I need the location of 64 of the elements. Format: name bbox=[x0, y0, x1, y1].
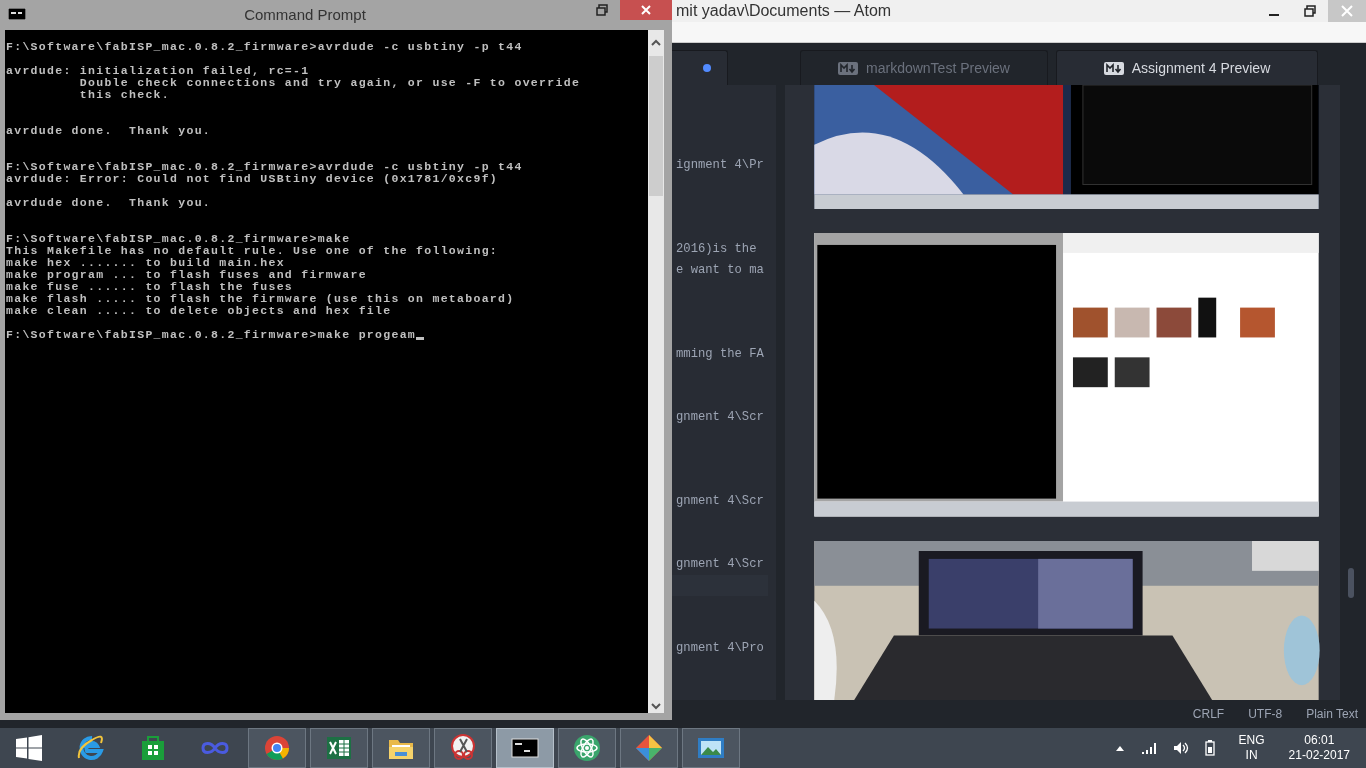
console-line: avrdude: Error: Could not find USBtiny device (0x1781/0xc9f) bbox=[5, 173, 500, 185]
scrollbar-thumb[interactable] bbox=[649, 56, 663, 196]
status-item[interactable]: Plain Text bbox=[1306, 705, 1358, 723]
console-line: make hex ....... to build main.hex bbox=[5, 257, 286, 269]
console-line: avrdude: initialization failed, rc=-1 bbox=[5, 65, 311, 77]
code-line: ignment 4\Pr bbox=[676, 157, 765, 174]
console-line: avrdude done. Thank you. bbox=[5, 125, 213, 137]
battery-icon[interactable] bbox=[1204, 740, 1215, 756]
terminal-icon bbox=[8, 8, 26, 20]
diamond-icon bbox=[635, 734, 663, 762]
console-line: This Makefile has no default rule. Use one of the following: bbox=[5, 245, 500, 257]
code-line: 2016)is the bbox=[676, 241, 758, 258]
status-item[interactable]: UTF-8 bbox=[1248, 705, 1283, 723]
spreadsheet-icon bbox=[325, 734, 353, 762]
restore-icon bbox=[1304, 5, 1316, 17]
close-button[interactable] bbox=[620, 0, 672, 20]
minimize-icon bbox=[1269, 14, 1279, 16]
code-line: gnment 4\Scr bbox=[676, 409, 765, 426]
console-line: F:\Software\fabISP_mac.0.8.2_firmware>avrdude -c usbtiny -p t44 bbox=[5, 161, 524, 173]
console-line: this check. bbox=[78, 89, 172, 101]
console-line: avrdude done. Thank you. bbox=[5, 197, 213, 209]
taskbar-button[interactable] bbox=[558, 728, 616, 768]
restore-icon bbox=[596, 4, 608, 16]
taskbar-button[interactable] bbox=[620, 728, 678, 768]
console-line: make program ... to flash fuses and firmware bbox=[5, 269, 368, 281]
console-line: make fuse ...... to flash the fuses bbox=[5, 281, 295, 293]
markdown-icon bbox=[838, 61, 859, 75]
status-item[interactable]: CRLF bbox=[1192, 705, 1225, 723]
start-icon bbox=[16, 735, 42, 761]
console-line: F:\Software\fabISP_mac.0.8.2_firmware>make bbox=[5, 233, 352, 245]
code-line: e want to ma bbox=[676, 262, 765, 279]
code-line: gnment 4\Pro bbox=[676, 640, 765, 657]
taskbar-button[interactable] bbox=[682, 728, 740, 768]
console-line: Double check connections and try again, or use -F to override bbox=[78, 77, 582, 89]
close-icon bbox=[1341, 5, 1353, 17]
console-input-line: F:\Software\fabISP_mac.0.8.2_firmware>make progeam bbox=[6, 329, 417, 341]
editor-tab[interactable] bbox=[672, 50, 728, 85]
taskbar-button[interactable] bbox=[310, 728, 368, 768]
shopping-bag-icon bbox=[139, 734, 167, 762]
code-line: mming the FA bbox=[676, 346, 765, 363]
scrollbar-thumb[interactable] bbox=[1348, 568, 1354, 598]
caret-up-icon[interactable] bbox=[1114, 744, 1125, 752]
tab[interactable]: Assignment 4 Preview bbox=[1056, 50, 1318, 85]
markdown-icon bbox=[1103, 61, 1124, 75]
signal-icon[interactable] bbox=[1140, 741, 1157, 755]
close-icon bbox=[641, 5, 651, 15]
console-line: make clean ..... to delete objects and hex file bbox=[5, 305, 393, 317]
scissors-icon bbox=[449, 734, 477, 762]
console-line: make flash ..... to flash the firmware (use this on metaboard) bbox=[5, 293, 516, 305]
window-title: Command Prompt bbox=[243, 5, 367, 25]
taskbar-button[interactable] bbox=[496, 728, 554, 768]
code-line: gnment 4\Scr bbox=[676, 556, 765, 573]
language-indicator[interactable]: ENG IN bbox=[1238, 733, 1265, 763]
color-wheel-icon bbox=[263, 734, 291, 762]
window-title: mit yadav\Documents — Atom bbox=[676, 1, 892, 21]
text-cursor bbox=[416, 337, 425, 340]
taskbar-button[interactable] bbox=[372, 728, 430, 768]
code-line: gnment 4\Scr bbox=[676, 493, 765, 510]
taskbar-button[interactable] bbox=[434, 728, 492, 768]
console-line: F:\Software\fabISP_mac.0.8.2_firmware>avrdude -c usbtiny -p t44 bbox=[5, 41, 524, 53]
clock[interactable]: 06:01 21-02-2017 bbox=[1288, 733, 1350, 763]
atom-icon bbox=[573, 734, 601, 762]
browser-icon bbox=[77, 734, 105, 762]
volume-icon[interactable] bbox=[1172, 741, 1189, 755]
